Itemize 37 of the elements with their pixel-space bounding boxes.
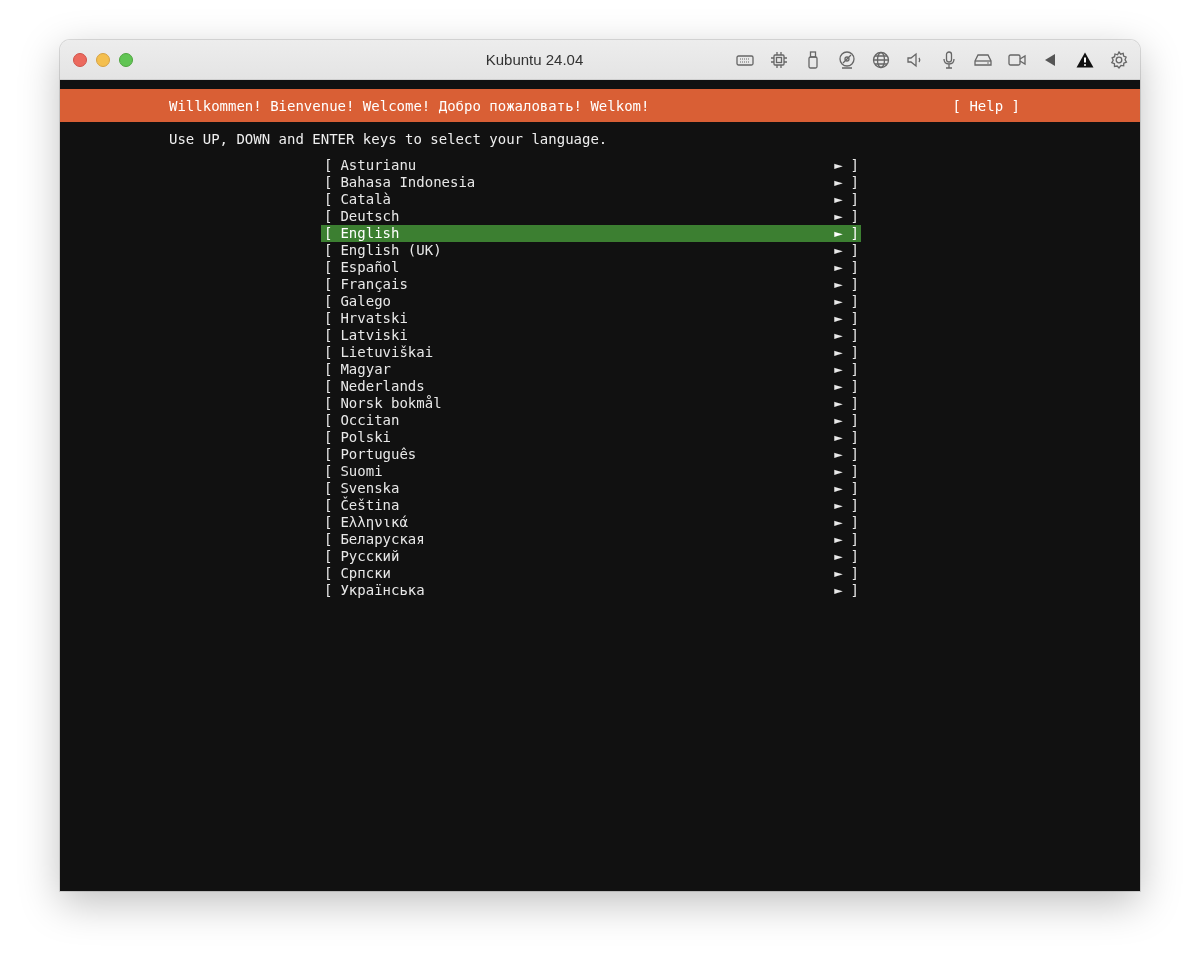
language-option[interactable]: [ Hrvatski ► ] <box>321 310 861 327</box>
language-option[interactable]: [ Latviski ► ] <box>321 327 861 344</box>
language-option[interactable]: [ English (UK) ► ] <box>321 242 861 259</box>
chip-icon[interactable] <box>770 50 788 69</box>
warning-icon[interactable] <box>1076 50 1094 69</box>
language-option[interactable]: [ Ελληνικά ► ] <box>321 514 861 531</box>
language-option[interactable]: [ Lietuviškai ► ] <box>321 344 861 361</box>
language-option[interactable]: [ Русский ► ] <box>321 548 861 565</box>
language-option[interactable]: [ Español ► ] <box>321 259 861 276</box>
close-button[interactable] <box>73 52 87 67</box>
instruction-text: Use UP, DOWN and ENTER keys to select your language. <box>168 130 609 148</box>
language-option[interactable]: [ Asturianu ► ] <box>321 157 861 174</box>
language-option[interactable]: [ Magyar ► ] <box>321 361 861 378</box>
language-option[interactable]: [ Українська ► ] <box>321 582 861 599</box>
language-option[interactable]: [ Português ► ] <box>321 446 861 463</box>
microphone-icon[interactable] <box>940 50 958 69</box>
language-option[interactable]: [ Polski ► ] <box>321 429 861 446</box>
window-title: Kubuntu 24.04 <box>484 51 585 68</box>
settings-icon[interactable] <box>1110 50 1128 69</box>
language-option[interactable]: [ Suomi ► ] <box>321 463 861 480</box>
help-button[interactable]: [ Help ] <box>952 97 1020 114</box>
language-option[interactable]: [ Deutsch ► ] <box>321 208 861 225</box>
language-option[interactable]: [ Occitan ► ] <box>321 412 861 429</box>
language-option[interactable]: [ Français ► ] <box>321 276 861 293</box>
globe-icon[interactable] <box>872 50 890 69</box>
language-option[interactable]: [ Svenska ► ] <box>321 480 861 497</box>
language-option[interactable]: [ Bahasa Indonesia ► ] <box>321 174 861 191</box>
welcome-title: Willkommen! Bienvenue! Welcome! Добро пожаловать! Welkom! <box>169 97 650 114</box>
selected-language-option[interactable]: [ English ► ] <box>321 225 861 242</box>
language-option[interactable]: [ Català ► ] <box>321 191 861 208</box>
language-option[interactable]: [ Norsk bokmål ► ] <box>321 395 861 412</box>
language-option[interactable]: [ Nederlands ► ] <box>321 378 861 395</box>
language-option[interactable]: [ Беларуская ► ] <box>321 531 861 548</box>
language-option[interactable]: [ Српски ► ] <box>321 565 861 582</box>
language-option[interactable]: [ Čeština ► ] <box>321 497 861 514</box>
disc-icon[interactable] <box>838 50 856 69</box>
language-option[interactable]: [ Galego ► ] <box>321 293 861 310</box>
